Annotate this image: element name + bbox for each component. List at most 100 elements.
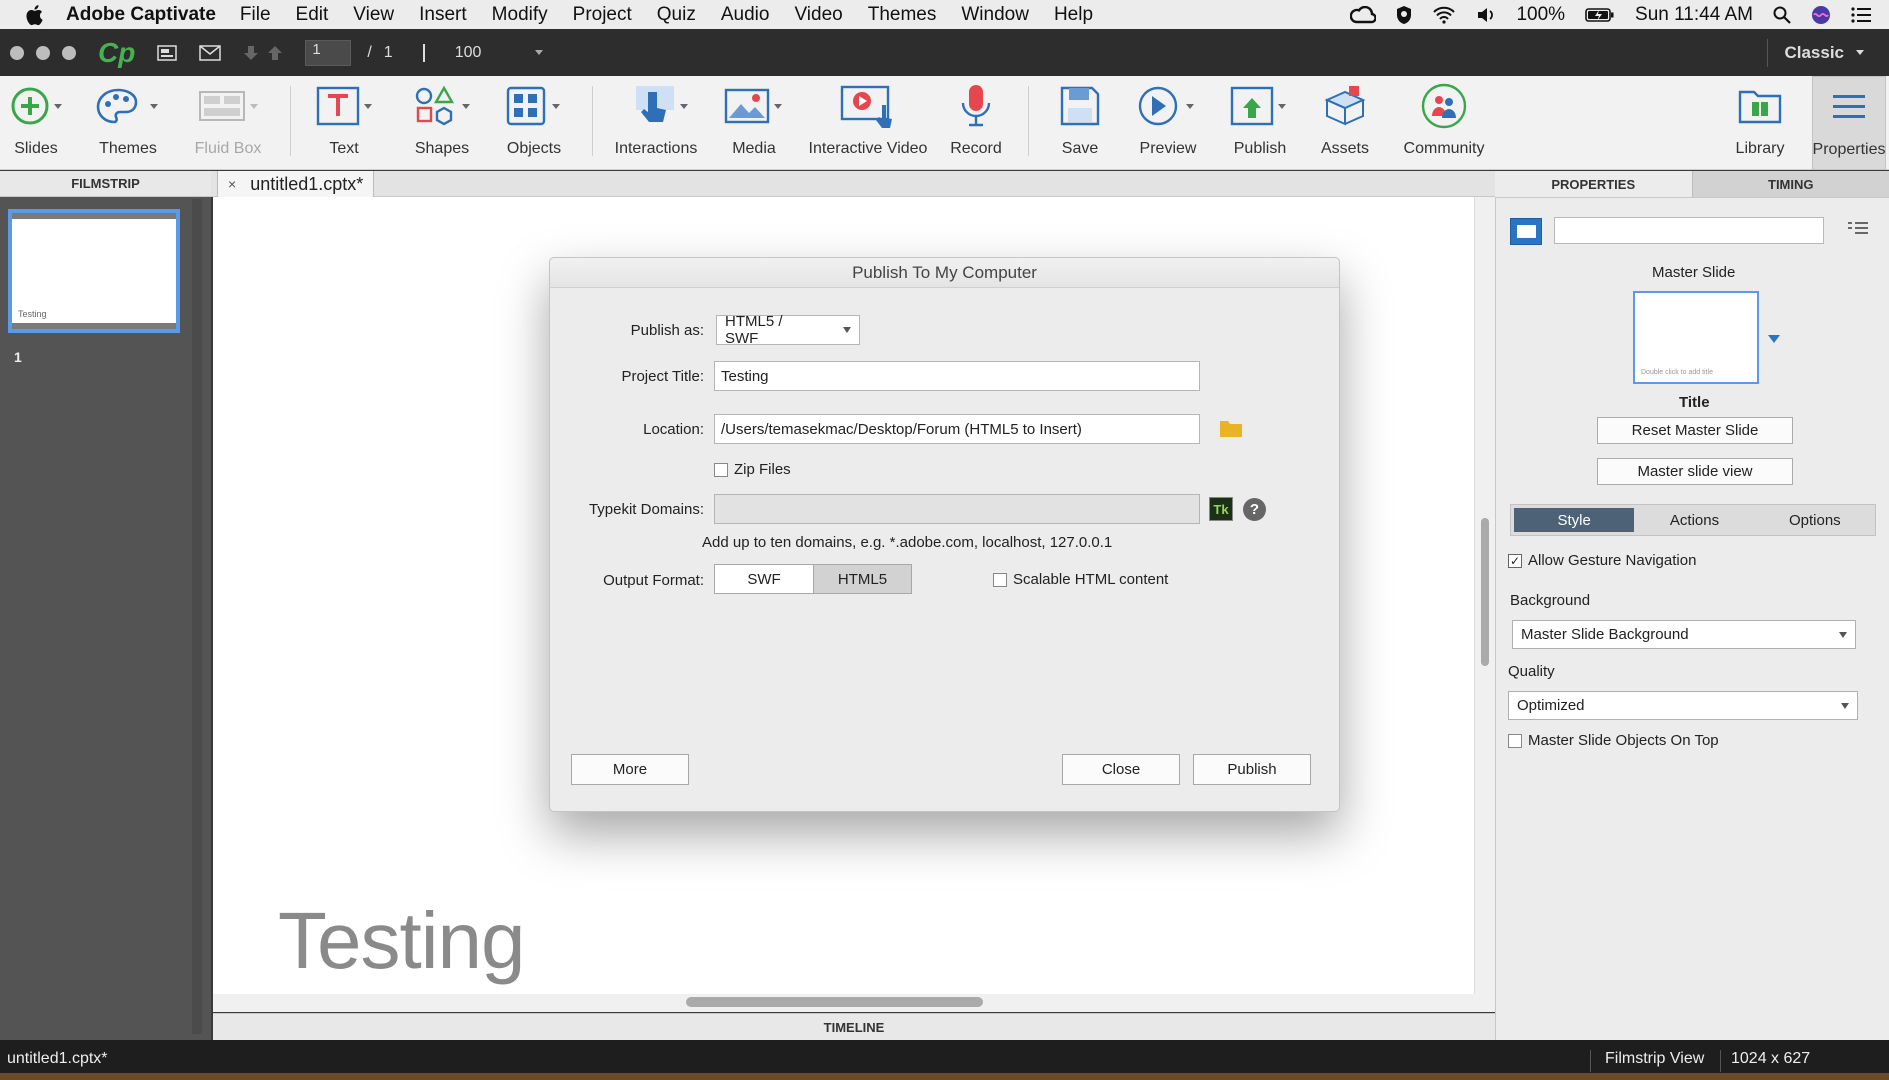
zip-files-checkbox[interactable]: Zip Files xyxy=(714,461,791,478)
master-slide-dropdown-icon[interactable] xyxy=(1767,334,1781,344)
menu-audio[interactable]: Audio xyxy=(721,4,770,26)
publish-as-select[interactable]: HTML5 / SWF xyxy=(716,313,860,347)
properties-button[interactable]: Properties xyxy=(1812,76,1886,170)
library-button[interactable]: Library xyxy=(1730,76,1790,170)
menu-view[interactable]: View xyxy=(353,4,394,26)
battery-charging-icon[interactable] xyxy=(1585,7,1615,23)
text-button[interactable]: Text xyxy=(312,76,376,170)
background-select[interactable]: Master Slide Background xyxy=(1512,620,1856,649)
menu-modify[interactable]: Modify xyxy=(492,4,548,26)
fluid-box-button[interactable]: Fluid Box xyxy=(192,76,264,170)
publish-confirm-button[interactable]: Publish xyxy=(1193,754,1311,785)
library-label: Library xyxy=(1735,140,1785,157)
status-view-mode[interactable]: Filmstrip View xyxy=(1590,1050,1704,1072)
current-page-input[interactable]: 1 xyxy=(305,39,352,66)
document-tab[interactable]: × untitled1.cptx* xyxy=(217,171,375,197)
horizontal-scrollbar-thumb[interactable] xyxy=(686,997,983,1007)
scalable-html-checkbox[interactable]: Scalable HTML content xyxy=(993,571,1168,588)
close-window-button[interactable] xyxy=(10,45,24,60)
subtab-options[interactable]: Options xyxy=(1755,505,1875,535)
filmstrip-scrollbar[interactable] xyxy=(192,199,202,1034)
arrow-down-icon[interactable] xyxy=(243,44,259,62)
email-icon[interactable] xyxy=(199,44,222,61)
panel-menu-icon[interactable] xyxy=(1847,220,1869,236)
close-button[interactable]: Close xyxy=(1062,754,1180,785)
slides-button[interactable]: Slides xyxy=(8,76,64,170)
menu-themes[interactable]: Themes xyxy=(868,4,937,26)
minimize-window-button[interactable] xyxy=(36,45,50,60)
master-slide-thumbnail[interactable]: Double click to add title xyxy=(1633,291,1759,384)
publish-button[interactable]: Publish xyxy=(1228,76,1292,170)
menu-insert[interactable]: Insert xyxy=(419,4,467,26)
subtab-actions[interactable]: Actions xyxy=(1634,505,1754,535)
media-button[interactable]: Media xyxy=(718,76,790,170)
wifi-icon[interactable] xyxy=(1432,6,1456,24)
more-button[interactable]: More xyxy=(571,754,689,785)
volume-icon[interactable] xyxy=(1476,6,1496,24)
slide-title-text[interactable]: Testing xyxy=(278,895,525,987)
filmstrip-header[interactable]: FILMSTRIP xyxy=(0,171,211,197)
notification-center-icon[interactable] xyxy=(1851,6,1871,23)
menu-quiz[interactable]: Quiz xyxy=(657,4,696,26)
objects-button[interactable]: Objects xyxy=(502,76,566,170)
preview-button[interactable]: Preview xyxy=(1136,76,1200,170)
objects-on-top-checkbox[interactable]: Master Slide Objects On Top xyxy=(1508,732,1719,749)
siri-icon[interactable] xyxy=(1811,5,1831,25)
mac-menu-bar: Adobe Captivate File Edit View Insert Mo… xyxy=(0,0,1889,29)
themes-button[interactable]: Themes xyxy=(92,76,164,170)
quality-select[interactable]: Optimized xyxy=(1508,691,1858,720)
zoom-window-button[interactable] xyxy=(62,45,76,60)
interactive-video-button[interactable]: Interactive Video xyxy=(808,76,928,170)
spotlight-search-icon[interactable] xyxy=(1773,6,1791,24)
app-name-menu[interactable]: Adobe Captivate xyxy=(66,4,216,26)
menu-project[interactable]: Project xyxy=(573,4,632,26)
location-input[interactable]: /Users/temasekmac/Desktop/Forum (HTML5 t… xyxy=(714,414,1200,444)
workspace-mode-dropdown[interactable]: Classic xyxy=(1767,38,1864,67)
project-title-input[interactable]: Testing xyxy=(714,361,1200,391)
slides-label: Slides xyxy=(14,140,58,157)
slide-thumbnail[interactable]: Testing xyxy=(8,209,180,333)
reset-master-slide-button[interactable]: Reset Master Slide xyxy=(1597,417,1793,444)
master-thumb-placeholder: Double click to add title xyxy=(1641,369,1713,376)
media-label: Media xyxy=(732,140,776,157)
community-button[interactable]: Community xyxy=(1394,76,1494,170)
close-tab-icon[interactable]: × xyxy=(228,176,236,192)
apple-icon[interactable] xyxy=(24,4,44,26)
typekit-domains-input[interactable] xyxy=(714,494,1200,524)
object-name-input[interactable] xyxy=(1554,217,1824,244)
assets-button[interactable]: Assets xyxy=(1320,76,1370,170)
tab-properties[interactable]: PROPERTIES xyxy=(1495,171,1692,197)
objects-on-top-label: Master Slide Objects On Top xyxy=(1528,732,1719,749)
record-button[interactable]: Record xyxy=(948,76,1004,170)
vertical-scrollbar-thumb[interactable] xyxy=(1481,518,1489,666)
location-label: Location: xyxy=(643,421,704,438)
folder-icon[interactable] xyxy=(1219,418,1243,438)
allow-gesture-checkbox[interactable]: ✓ Allow Gesture Navigation xyxy=(1508,552,1696,569)
typekit-icon[interactable]: Tk xyxy=(1209,497,1233,521)
interactions-button[interactable]: Interactions xyxy=(612,76,700,170)
objects-grid-icon xyxy=(506,86,560,126)
checkmark-icon: ✓ xyxy=(1508,553,1522,568)
output-html5-option[interactable]: HTML5 xyxy=(813,565,911,593)
timeline-header[interactable]: TIMELINE xyxy=(213,1013,1495,1040)
creative-cloud-icon[interactable] xyxy=(1350,5,1377,24)
menu-help[interactable]: Help xyxy=(1054,4,1093,26)
arrow-up-icon[interactable] xyxy=(267,44,283,62)
master-slide-view-button[interactable]: Master slide view xyxy=(1597,458,1793,485)
tab-timing[interactable]: TIMING xyxy=(1691,171,1889,197)
shapes-button[interactable]: Shapes xyxy=(410,76,474,170)
save-button[interactable]: Save xyxy=(1056,76,1104,170)
menu-edit[interactable]: Edit xyxy=(296,4,329,26)
menu-clock[interactable]: Sun 11:44 AM xyxy=(1635,4,1753,26)
menu-file[interactable]: File xyxy=(240,4,271,26)
preview-slide-icon[interactable] xyxy=(157,44,178,61)
shield-icon[interactable] xyxy=(1396,5,1412,25)
ribbon-divider xyxy=(1028,86,1029,156)
menu-window[interactable]: Window xyxy=(961,4,1029,26)
output-swf-option[interactable]: SWF xyxy=(715,565,813,593)
subtab-style[interactable]: Style xyxy=(1514,508,1635,532)
palette-icon xyxy=(96,88,158,124)
zoom-dropdown[interactable]: 100 xyxy=(455,44,544,62)
menu-video[interactable]: Video xyxy=(794,4,842,26)
help-icon[interactable]: ? xyxy=(1243,498,1266,521)
